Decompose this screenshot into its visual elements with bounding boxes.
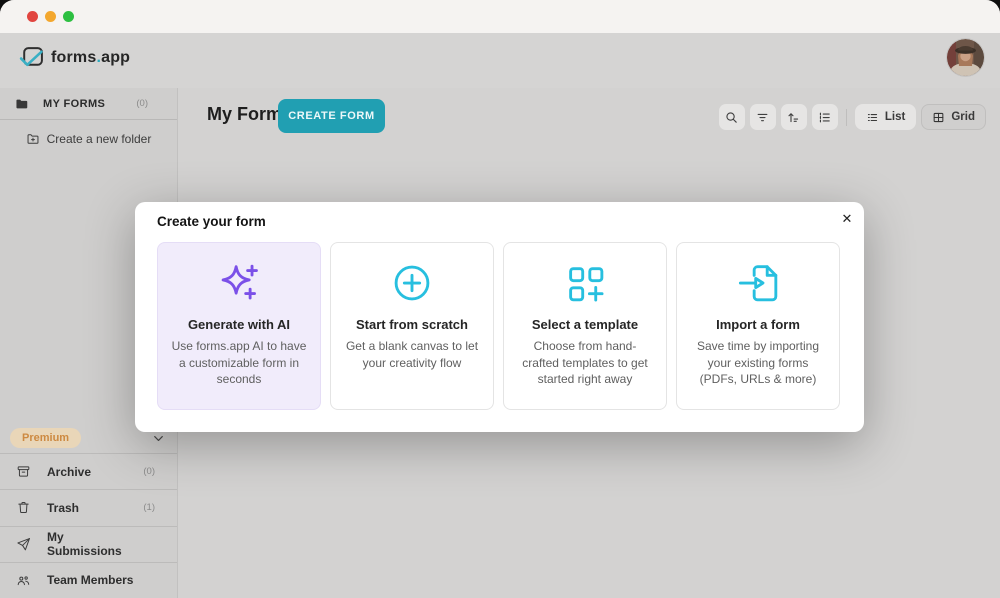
card-select-a-template[interactable]: Select a template Choose from hand-craft… <box>503 242 667 410</box>
list-view-button[interactable]: List <box>855 104 916 130</box>
search-icon <box>724 110 739 125</box>
zoom-window-button[interactable] <box>63 11 74 22</box>
ai-sparkle-icon <box>158 260 320 306</box>
card-title: Select a template <box>504 317 666 332</box>
create-form-modal: Create your form ✕ Generate with AI Use … <box>135 202 864 432</box>
card-description: Save time by importing your existing for… <box>689 338 827 388</box>
filter-button[interactable] <box>750 104 776 130</box>
card-description: Get a blank canvas to let your creativit… <box>343 338 481 371</box>
chevron-down-icon <box>152 432 165 445</box>
my-forms-count: (0) <box>136 98 148 109</box>
paper-plane-icon <box>16 537 31 552</box>
card-description: Use forms.app AI to have a customizable … <box>170 338 308 388</box>
create-folder-label: Create a new folder <box>47 132 152 146</box>
window-titlebar <box>0 0 1000 33</box>
sidebar-item-my-forms[interactable]: MY FORMS (0) <box>0 88 177 120</box>
create-new-folder-button[interactable]: Create a new folder <box>0 132 177 146</box>
list-icon <box>866 111 879 124</box>
grid-view-button[interactable]: Grid <box>921 104 986 130</box>
view-options-button[interactable] <box>812 104 838 130</box>
forms-toolbar: List Grid <box>719 104 986 130</box>
sidebar-nav: Archive (0) Trash (1) <box>0 453 177 598</box>
card-generate-with-ai[interactable]: Generate with AI Use forms.app AI to hav… <box>157 242 321 410</box>
folder-icon <box>15 97 29 111</box>
app-window: forms.app <box>0 0 1000 598</box>
archive-icon <box>16 464 31 479</box>
sidebar-item-trash[interactable]: Trash (1) <box>0 489 177 525</box>
folder-plus-icon <box>26 132 40 146</box>
avatar[interactable] <box>947 39 984 76</box>
trash-icon <box>16 500 31 515</box>
toolbar-divider <box>846 109 847 126</box>
search-button[interactable] <box>719 104 745 130</box>
filter-icon <box>755 110 770 125</box>
card-title: Import a form <box>677 317 839 332</box>
card-title: Generate with AI <box>158 317 320 332</box>
close-window-button[interactable] <box>27 11 38 22</box>
sidebar-item-my-submissions[interactable]: My Submissions <box>0 526 177 562</box>
template-grid-icon <box>504 260 666 306</box>
card-start-from-scratch[interactable]: Start from scratch Get a blank canvas to… <box>330 242 494 410</box>
circle-plus-icon <box>331 260 493 306</box>
sort-button[interactable] <box>781 104 807 130</box>
sidebar-item-archive[interactable]: Archive (0) <box>0 453 177 489</box>
card-description: Choose from hand-crafted templates to ge… <box>516 338 654 388</box>
card-title: Start from scratch <box>331 317 493 332</box>
modal-title: Create your form <box>157 214 266 229</box>
card-import-a-form[interactable]: Import a form Save time by importing you… <box>676 242 840 410</box>
create-form-button[interactable]: CREATE FORM <box>278 99 385 133</box>
sort-ascending-icon <box>786 110 801 125</box>
forms-app-logo[interactable]: forms.app <box>19 45 130 70</box>
app-header: forms.app <box>0 33 1000 88</box>
close-icon[interactable]: ✕ <box>836 208 858 230</box>
view-options-icon <box>817 110 832 125</box>
import-file-icon <box>677 260 839 306</box>
minimize-window-button[interactable] <box>45 11 56 22</box>
create-options: Generate with AI Use forms.app AI to hav… <box>157 242 840 410</box>
premium-badge: Premium <box>10 428 81 448</box>
logo-text: forms.app <box>51 49 130 67</box>
sidebar-item-team-members[interactable]: Team Members <box>0 562 177 598</box>
my-forms-label: MY FORMS <box>43 98 105 110</box>
team-icon <box>16 573 31 588</box>
grid-icon <box>932 111 945 124</box>
logo-check-icon <box>19 45 44 70</box>
